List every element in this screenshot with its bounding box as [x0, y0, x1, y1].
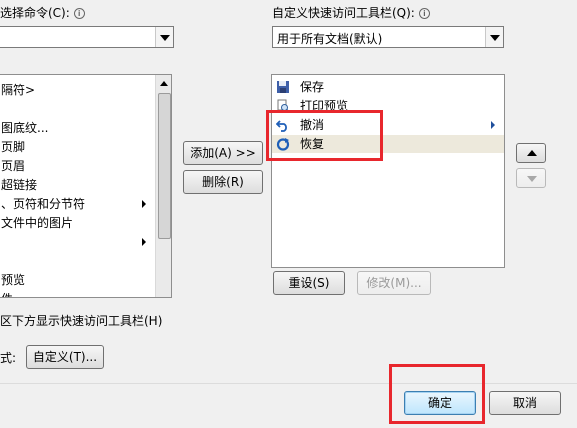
list-item[interactable]: 件: [0, 290, 171, 297]
cancel-button[interactable]: 取消: [489, 391, 561, 415]
list-item[interactable]: 文件中的图片: [0, 214, 171, 232]
info-icon: i: [418, 8, 430, 19]
info-icon: i: [73, 8, 85, 19]
scroll-up-icon[interactable]: [160, 81, 168, 86]
choose-commands-label: 选择命令(C): i: [0, 6, 85, 20]
chevron-down-icon[interactable]: [155, 27, 173, 47]
highlight-box-undo-redo: [266, 110, 383, 161]
list-item-label: 页脚: [1, 140, 26, 154]
list-item[interactable]: 页脚: [0, 138, 171, 156]
footer-divider: [0, 383, 577, 384]
list-item[interactable]: 超链接: [0, 176, 171, 194]
list-item[interactable]: [0, 252, 171, 270]
list-item[interactable]: 、页符和分节符: [0, 195, 171, 213]
add-button[interactable]: 添加(A) >>: [183, 141, 263, 165]
customize-keyboard-label: 式:: [0, 351, 17, 365]
list-item[interactable]: 图底纹...: [0, 119, 171, 137]
move-down-button[interactable]: [516, 168, 546, 188]
list-item-label: 件: [1, 290, 13, 297]
submenu-arrow-icon: [142, 238, 146, 246]
remove-button[interactable]: 删除(R): [183, 170, 263, 194]
commands-list-scrollbar[interactable]: [155, 75, 171, 297]
toolbar-scope-value: 用于所有文档(默认): [277, 32, 383, 46]
scroll-thumb[interactable]: [158, 93, 171, 239]
reset-button[interactable]: 重设(S): [273, 271, 345, 295]
list-item[interactable]: 页眉: [0, 157, 171, 175]
list-item-label: 超链接: [1, 178, 38, 192]
modify-button[interactable]: 修改(M)...: [357, 271, 431, 295]
list-item[interactable]: 预览: [0, 271, 171, 289]
toolbar-list-item-label: 保存: [300, 80, 325, 94]
choose-commands-dropdown[interactable]: [0, 26, 174, 48]
list-item[interactable]: [0, 233, 171, 251]
list-item-label: 文件中的图片: [1, 216, 74, 230]
submenu-arrow-icon: [142, 200, 146, 208]
chevron-down-icon[interactable]: [485, 27, 503, 47]
list-item-label: 隔符>: [1, 83, 36, 97]
customize-button[interactable]: 自定义(T)...: [26, 345, 104, 369]
list-item[interactable]: 隔符>: [0, 81, 171, 99]
highlight-box-ok: [389, 364, 485, 424]
quick-access-list[interactable]: 保存 打印预览 撤消 恢复: [271, 74, 505, 268]
commands-list[interactable]: 隔符> 图底纹... 页脚页眉超链接、页符和分节符文件中的图片预览件: [0, 74, 172, 298]
list-item-label: 、页符和分节符: [1, 197, 86, 211]
show-below-ribbon-label[interactable]: 区下方显示快速访问工具栏(H): [0, 314, 162, 328]
save-icon: [276, 80, 290, 94]
triangle-up-icon: [527, 150, 537, 156]
list-item-label: 图底纹...: [1, 121, 49, 135]
submenu-arrow-icon: [491, 121, 495, 129]
triangle-down-icon: [527, 176, 537, 182]
quick-access-toolbar-label: 自定义快速访问工具栏(Q): i: [272, 6, 430, 20]
list-item[interactable]: [0, 100, 171, 118]
move-up-button[interactable]: [516, 143, 546, 163]
toolbar-scope-dropdown[interactable]: 用于所有文档(默认): [272, 26, 504, 48]
toolbar-list-item[interactable]: 保存: [272, 78, 504, 96]
list-item-label: 页眉: [1, 159, 26, 173]
list-item-label: 预览: [1, 273, 26, 287]
